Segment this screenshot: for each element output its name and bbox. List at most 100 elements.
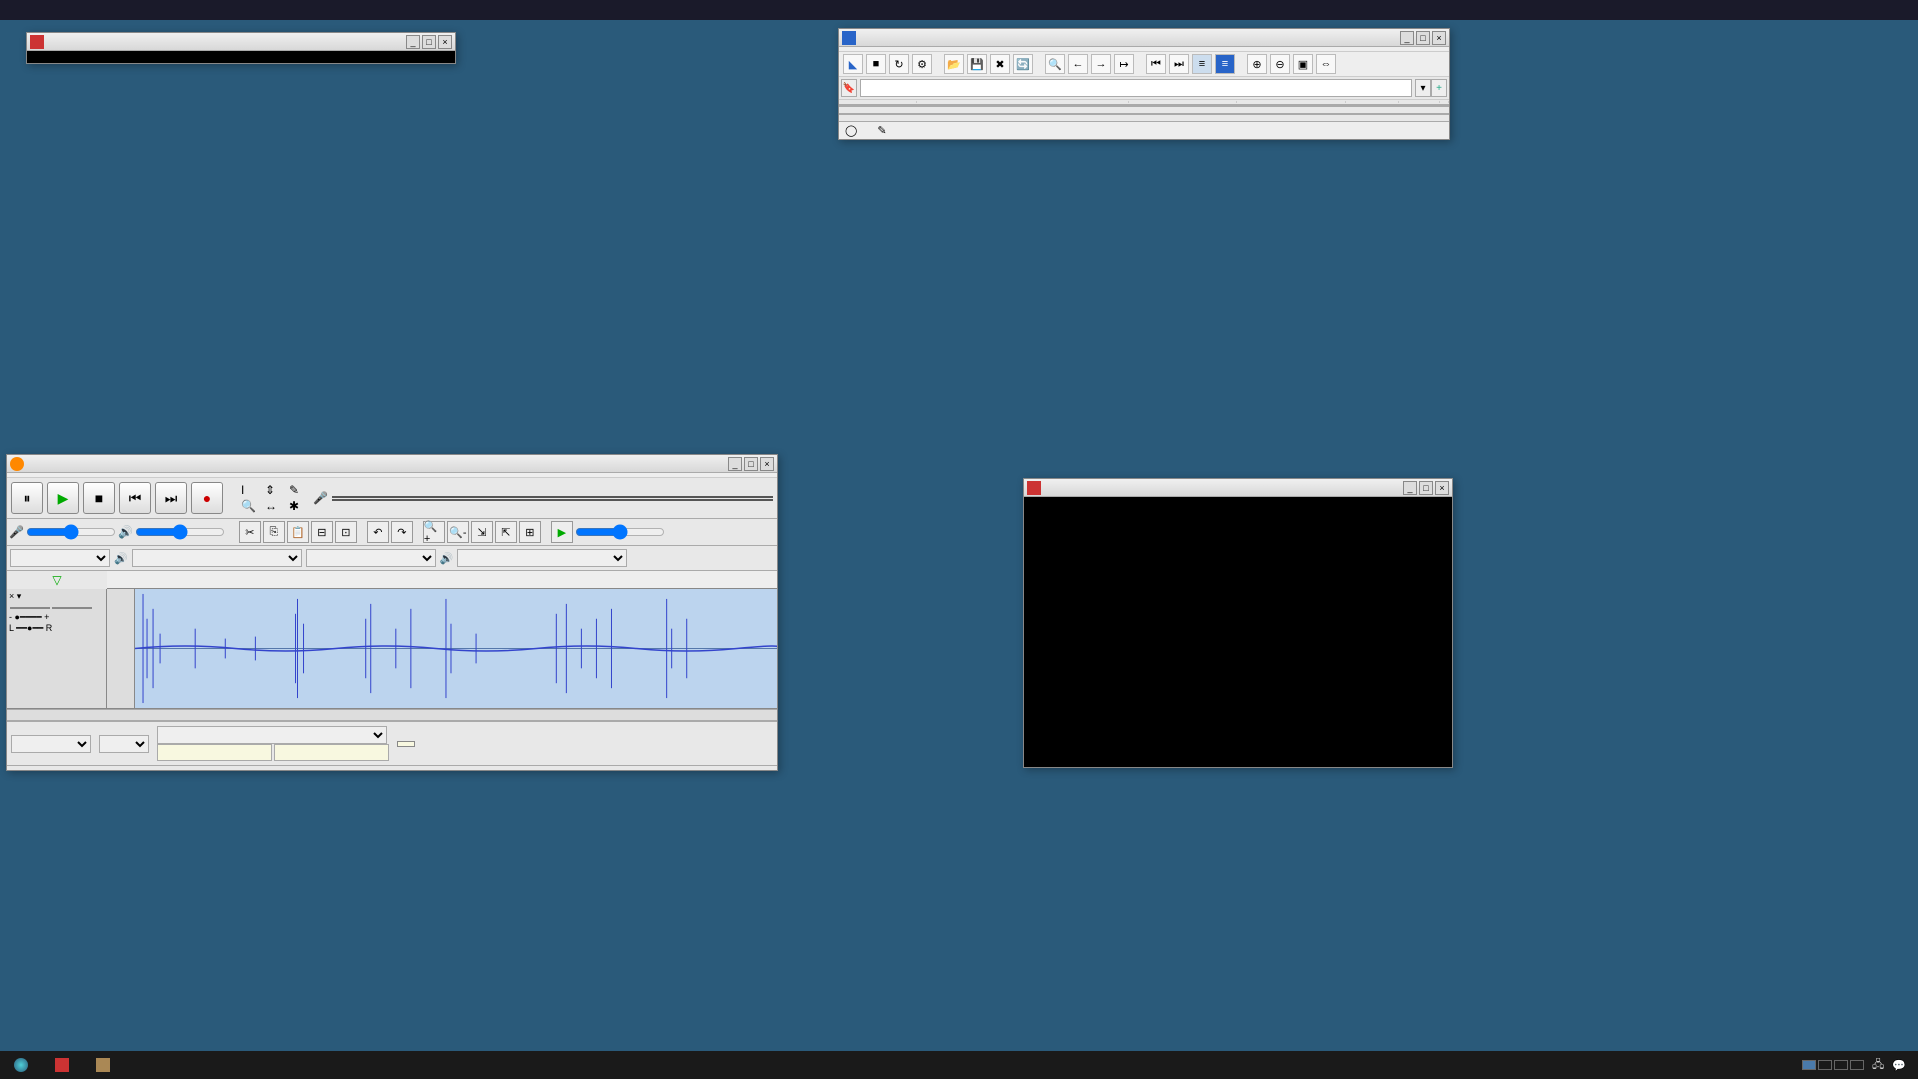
stop-capture-icon[interactable]: ■ xyxy=(866,54,886,74)
minimize-button[interactable]: _ xyxy=(406,35,420,49)
pause-button[interactable]: ⏸ xyxy=(11,482,43,514)
bookmark-icon[interactable]: 🔖 xyxy=(841,79,857,97)
input-device-select[interactable] xyxy=(457,549,627,567)
edit-toolbar[interactable]: 🎤 🔊 ✂ ⎘ 📋 ⊟ ⊡ ↶ ↷ 🔍+ 🔍- ⇲ ⇱ ⊞ ▶ xyxy=(7,519,777,546)
system-tray[interactable]: 🖧 💬 xyxy=(1802,1056,1914,1075)
colorize-icon[interactable]: ≡ xyxy=(1215,54,1235,74)
timeshift-tool-icon[interactable]: ↔ xyxy=(265,499,285,514)
envelope-tool-icon[interactable]: ⇕ xyxy=(265,483,285,498)
zoom-out-icon[interactable]: 🔍- xyxy=(447,521,469,543)
record-meter[interactable] xyxy=(332,496,773,498)
selection-tool-icon[interactable]: I xyxy=(241,483,261,498)
maximize-button[interactable]: □ xyxy=(422,35,436,49)
titlebar[interactable]: _ □ × xyxy=(839,29,1449,47)
next-icon[interactable]: → xyxy=(1091,54,1111,74)
col-no[interactable] xyxy=(839,101,917,103)
first-icon[interactable]: ⏮ xyxy=(1146,54,1166,74)
silence-icon[interactable]: ⊡ xyxy=(335,521,357,543)
terminal-launcher[interactable] xyxy=(45,1055,84,1075)
files-launcher[interactable] xyxy=(86,1055,125,1075)
redo-icon[interactable]: ↷ xyxy=(391,521,413,543)
jump-icon[interactable]: ↦ xyxy=(1114,54,1134,74)
last-icon[interactable]: ⏭ xyxy=(1169,54,1189,74)
zoom-out-icon[interactable]: ⊖ xyxy=(1270,54,1290,74)
selection-toolbar[interactable] xyxy=(7,721,777,765)
col-proto[interactable] xyxy=(1346,101,1399,103)
multi-tool-icon[interactable]: ✱ xyxy=(289,499,309,514)
save-icon[interactable]: 💾 xyxy=(967,54,987,74)
audacity-window[interactable]: _ □ × ⏸ ▶ ■ ⏮ ⏭ ● I 🔍 ⇕ ↔ ✎ ✱ 🎤 xyxy=(6,454,778,771)
skip-start-button[interactable]: ⏮ xyxy=(119,482,151,514)
network-icon[interactable]: 🖧 xyxy=(1872,1056,1884,1075)
emacs-buffer[interactable] xyxy=(1024,497,1452,753)
audio-track[interactable]: × ▾ - ●━━━━ + L ━━●━━ R xyxy=(7,589,777,709)
stop-button[interactable]: ■ xyxy=(83,482,115,514)
track-control-panel[interactable]: × ▾ - ●━━━━ + L ━━●━━ R xyxy=(7,589,107,708)
minimize-button[interactable]: _ xyxy=(728,457,742,471)
play-button[interactable]: ▶ xyxy=(47,482,79,514)
restart-capture-icon[interactable]: ↻ xyxy=(889,54,909,74)
mute-button[interactable] xyxy=(10,607,50,609)
transport-toolbar[interactable]: ⏸ ▶ ■ ⏮ ⏭ ● I 🔍 ⇕ ↔ ✎ ✱ 🎤 xyxy=(7,478,777,519)
play-volume-slider[interactable] xyxy=(135,524,225,540)
find-icon[interactable]: 🔍 xyxy=(1045,54,1065,74)
copy-icon[interactable]: ⎘ xyxy=(263,521,285,543)
track-close-icon[interactable]: × xyxy=(9,591,14,601)
zoom-tool-icon[interactable]: 🔍 xyxy=(241,499,261,514)
prev-icon[interactable]: ← xyxy=(1068,54,1088,74)
record-button[interactable]: ● xyxy=(191,482,223,514)
titlebar[interactable]: _ □ × xyxy=(7,455,777,473)
trim-icon[interactable]: ⊟ xyxy=(311,521,333,543)
minimize-button[interactable]: _ xyxy=(1400,31,1414,45)
emacs-window[interactable]: _ □ × xyxy=(1023,478,1453,768)
project-rate-select[interactable] xyxy=(11,735,91,753)
paste-icon[interactable]: 📋 xyxy=(287,521,309,543)
snap-to-select[interactable] xyxy=(99,735,149,753)
resize-cols-icon[interactable]: ⇔ xyxy=(1316,54,1336,74)
minimize-button[interactable]: _ xyxy=(1403,481,1417,495)
workspace-switcher[interactable] xyxy=(1802,1060,1864,1070)
titlebar[interactable]: _ □ × xyxy=(1024,479,1452,497)
maximize-button[interactable]: □ xyxy=(1419,481,1433,495)
timeline-ruler[interactable] xyxy=(107,571,777,589)
xterm-window[interactable]: _ □ × xyxy=(26,32,456,64)
fit-project-icon[interactable]: ⇱ xyxy=(495,521,517,543)
emacs-body[interactable] xyxy=(1024,497,1452,767)
cut-icon[interactable]: ✂ xyxy=(239,521,261,543)
selection-start-input[interactable] xyxy=(157,744,272,761)
rec-volume-slider[interactable] xyxy=(26,524,116,540)
reload-icon[interactable]: 🔄 xyxy=(1013,54,1033,74)
titlebar[interactable]: _ □ × xyxy=(27,33,455,51)
shark-fin-icon[interactable]: ◣ xyxy=(843,54,863,74)
workspace-4[interactable] xyxy=(1850,1060,1864,1070)
draw-tool-icon[interactable]: ✎ xyxy=(289,483,309,498)
audio-host-select[interactable] xyxy=(10,549,110,567)
selection-end-input[interactable] xyxy=(274,744,389,761)
add-button[interactable]: + xyxy=(1431,79,1447,97)
horizontal-scrollbar[interactable] xyxy=(7,709,777,721)
solo-button[interactable] xyxy=(52,607,92,609)
undo-icon[interactable]: ↶ xyxy=(367,521,389,543)
menu-bar[interactable] xyxy=(0,0,1918,20)
col-dest[interactable] xyxy=(1237,101,1345,103)
close-button[interactable]: × xyxy=(1432,31,1446,45)
col-info[interactable] xyxy=(1440,101,1449,103)
display-filter-input[interactable] xyxy=(860,79,1412,97)
autoscroll-icon[interactable]: ≡ xyxy=(1192,54,1212,74)
notification-icon[interactable]: 💬 xyxy=(1892,1059,1906,1072)
close-button[interactable]: × xyxy=(760,457,774,471)
waveform[interactable] xyxy=(135,589,777,708)
toolbar[interactable]: ◣ ■ ↻ ⚙ 📂 💾 ✖ 🔄 🔍 ← → ↦ ⏮ ⏭ ≡ ≡ ⊕ ⊖ ▣ ⇔ xyxy=(839,52,1449,77)
maximize-button[interactable]: □ xyxy=(1416,31,1430,45)
terminal-body[interactable] xyxy=(27,51,455,63)
speed-slider[interactable] xyxy=(575,524,665,540)
emacs-minibuffer[interactable] xyxy=(1024,753,1452,767)
options-icon[interactable]: ⚙ xyxy=(912,54,932,74)
selection-mode-select[interactable] xyxy=(157,726,387,744)
close-button[interactable]: × xyxy=(1435,481,1449,495)
packet-detail[interactable] xyxy=(839,105,1449,115)
taskbar[interactable]: 🖧 💬 xyxy=(0,1051,1918,1079)
maximize-button[interactable]: □ xyxy=(744,457,758,471)
col-len[interactable] xyxy=(1399,101,1440,103)
col-source[interactable] xyxy=(1129,101,1237,103)
